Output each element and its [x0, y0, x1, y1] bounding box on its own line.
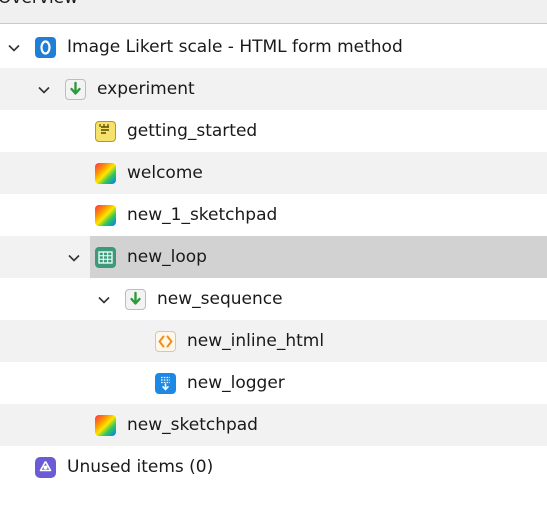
tree-item-experiment[interactable]: experiment — [0, 68, 547, 110]
tree-item-new-1-sketchpad[interactable]: new_1_sketchpad — [0, 194, 547, 236]
panel-header: Overview — [0, 0, 547, 24]
unused-items-icon — [35, 457, 56, 478]
tree-item-new-loop[interactable]: new_loop — [0, 236, 547, 278]
tree-item-new-sequence[interactable]: new_sequence — [0, 278, 547, 320]
overview-tree[interactable]: Image Likert scale - HTML form method ex… — [0, 26, 547, 488]
tree-item-new-sketchpad[interactable]: new_sketchpad — [0, 404, 547, 446]
loop-table-icon — [95, 247, 116, 268]
tree-item-label: new_sequence — [157, 289, 283, 309]
chevron-down-icon[interactable] — [67, 250, 81, 264]
tree-item-new-logger[interactable]: new_logger — [0, 362, 547, 404]
overview-panel: Overview Image Likert scale - HTML form … — [0, 0, 547, 522]
osweb-icon — [35, 37, 56, 58]
sketchpad-icon — [95, 163, 116, 184]
notepad-icon — [95, 121, 116, 142]
sketchpad-icon — [95, 415, 116, 436]
tree-item-label: welcome — [127, 163, 203, 183]
tree-item-new-inline-html[interactable]: new_inline_html — [0, 320, 547, 362]
logger-icon — [155, 373, 176, 394]
tree-item-label: new_1_sketchpad — [127, 205, 278, 225]
tree-item-label: Image Likert scale - HTML form method — [67, 37, 403, 57]
tree-item-label: new_logger — [187, 373, 285, 393]
tree-item-label: new_loop — [127, 247, 207, 267]
chevron-down-icon[interactable] — [37, 82, 51, 96]
tree-item-label: new_sketchpad — [127, 415, 258, 435]
sequence-icon — [125, 289, 146, 310]
inline-html-icon — [155, 331, 176, 352]
panel-title: Overview — [0, 0, 78, 8]
sequence-icon — [65, 79, 86, 100]
chevron-down-icon[interactable] — [7, 40, 21, 54]
tree-item-welcome[interactable]: welcome — [0, 152, 547, 194]
tree-item-label: new_inline_html — [187, 331, 325, 351]
tree-item-label: Unused items (0) — [67, 457, 214, 477]
tree-item-label: getting_started — [127, 121, 258, 141]
tree-item-label: experiment — [97, 79, 195, 99]
sketchpad-icon — [95, 205, 116, 226]
tree-item-getting-started[interactable]: getting_started — [0, 110, 547, 152]
chevron-down-icon[interactable] — [97, 292, 111, 306]
tree-item-root[interactable]: Image Likert scale - HTML form method — [0, 26, 547, 68]
tree-item-unused-items[interactable]: Unused items (0) — [0, 446, 547, 488]
